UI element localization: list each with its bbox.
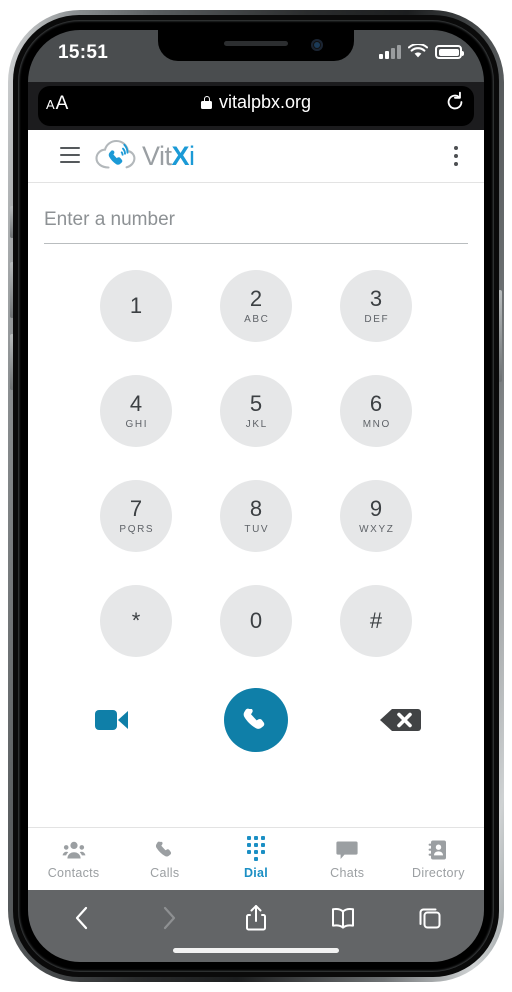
dialpad-key-digit: 9 — [369, 495, 383, 521]
reload-icon[interactable] — [444, 91, 466, 113]
home-indicator[interactable] — [173, 948, 339, 953]
text-size-button[interactable]: A A — [46, 93, 68, 115]
status-bar-indicators — [379, 44, 464, 59]
dialpad-key-7[interactable]: 7 PQRS — [100, 480, 172, 552]
dialpad-grid: 1 2 ABC 3 DEF 4 GHI 5 JKL 6 MNO 7 PQRS 8 TUV 9 WXYZ * 0 # — [76, 270, 436, 657]
share-button[interactable] — [236, 901, 276, 935]
dialpad-key-9[interactable]: 9 WXYZ — [340, 480, 412, 552]
phone-handset-icon — [154, 839, 176, 861]
nav-item-label: Contacts — [47, 865, 100, 880]
dialpad-key-digit: 3 — [369, 285, 383, 311]
dialpad-key-star[interactable]: * — [100, 585, 172, 657]
dialpad-key-3[interactable]: 3 DEF — [340, 270, 412, 342]
text-size-large-a: A — [55, 93, 69, 114]
dialpad-grid-icon — [246, 835, 266, 861]
dialpad-key-digit: 7 — [129, 495, 143, 521]
chat-bubble-icon — [335, 839, 359, 861]
dialpad-key-6[interactable]: 6 MNO — [340, 375, 412, 447]
app-bottom-nav: Contacts Calls Dial Chats Directory — [28, 827, 484, 890]
share-icon — [245, 905, 266, 931]
battery-full-icon — [435, 45, 464, 59]
dialpad-key-letters: ABC — [244, 313, 270, 325]
status-bar-time: 15:51 — [58, 42, 109, 63]
vitxi-cloud-phone-logo — [95, 139, 136, 169]
app-logo-text: VitXi — [142, 138, 195, 174]
web-content-vitxi-app: VitXi 1 2 ABC 3 DEF 4 GHI 5 JKL 6 MNO 7 PQRS 8 TUV 9 WXY… — [28, 130, 484, 890]
nav-item-directory[interactable]: Directory — [393, 828, 484, 890]
contacts-group-icon — [62, 839, 86, 861]
dialpad-key-digit: 5 — [249, 390, 263, 416]
number-input-field[interactable] — [44, 209, 468, 244]
dialpad-key-2[interactable]: 2 ABC — [220, 270, 292, 342]
dialpad-key-1[interactable]: 1 — [100, 270, 172, 342]
book-icon — [332, 907, 355, 929]
dialpad-key-letters: GHI — [125, 418, 149, 430]
dialpad-key-digit: 8 — [249, 495, 263, 521]
dialpad-key-digit: * — [131, 608, 141, 633]
dialer-action-row — [76, 685, 436, 755]
backspace-button[interactable] — [364, 705, 436, 735]
dialpad-key-5[interactable]: 5 JKL — [220, 375, 292, 447]
forward-chevron-icon — [163, 906, 175, 930]
phone-handset-icon — [243, 708, 265, 729]
front-camera — [311, 39, 323, 51]
tabs-icon — [419, 908, 441, 929]
back-chevron-icon — [75, 906, 87, 930]
logo-text-x: X — [171, 141, 190, 171]
dialpad-key-letters: PQRS — [119, 523, 155, 535]
dialpad-key-digit: # — [369, 608, 383, 633]
dialpad-key-digit: 4 — [129, 390, 143, 416]
tabs-button[interactable] — [410, 901, 450, 935]
kebab-menu-icon[interactable] — [453, 146, 458, 166]
logo-text-vit: Vit — [142, 141, 172, 171]
status-bar: 15:51 — [28, 30, 484, 82]
dialpad-key-digit: 0 — [249, 608, 263, 633]
nav-item-contacts[interactable]: Contacts — [28, 828, 119, 890]
hamburger-menu-icon[interactable] — [60, 147, 80, 163]
dialpad-key-digit: 1 — [129, 293, 143, 318]
dialpad-key-digit: 6 — [369, 390, 383, 416]
cellular-signal-icon — [379, 45, 401, 59]
address-book-icon — [428, 839, 448, 861]
nav-item-dial[interactable]: Dial — [210, 828, 301, 890]
wifi-icon — [408, 44, 428, 58]
dialpad-key-digit: 2 — [249, 285, 263, 311]
browser-address-bar: A A vitalpbx.org — [28, 82, 484, 130]
dialpad-key-letters: DEF — [364, 313, 390, 325]
dialpad-key-4[interactable]: 4 GHI — [100, 375, 172, 447]
logo-text-i: i — [189, 141, 195, 171]
nav-item-label: Dial — [243, 865, 269, 880]
phone-screen: 15:51 A A vitalpbx.org VitXi Enter a num… — [28, 30, 484, 962]
address-bar-content[interactable]: vitalpbx.org — [200, 92, 312, 113]
browser-bottom-toolbar — [28, 890, 484, 962]
nav-item-label: Directory — [412, 865, 465, 880]
forward-button[interactable] — [149, 901, 189, 935]
dialpad-key-letters: MNO — [362, 418, 391, 430]
nav-item-chats[interactable]: Chats — [302, 828, 393, 890]
dialpad-key-letters: JKL — [245, 418, 268, 430]
bookmarks-button[interactable] — [323, 901, 363, 935]
video-camera-icon — [95, 708, 129, 732]
url-text: vitalpbx.org — [218, 92, 312, 112]
display-notch — [158, 30, 354, 61]
dialpad-key-letters: TUV — [244, 523, 270, 535]
dialpad-key-hash[interactable]: # — [340, 585, 412, 657]
text-size-small-a: A — [46, 97, 55, 112]
video-call-button[interactable] — [76, 708, 148, 732]
backspace-delete-icon — [380, 709, 421, 731]
app-logo: VitXi — [94, 138, 195, 174]
nav-item-label: Chats — [330, 865, 365, 880]
dialpad-key-letters: WXYZ — [359, 523, 395, 535]
earpiece-speaker — [224, 41, 288, 46]
nav-item-calls[interactable]: Calls — [119, 828, 210, 890]
nav-item-label: Calls — [150, 865, 180, 880]
search-input[interactable] — [44, 209, 468, 236]
call-button[interactable] — [224, 688, 288, 752]
dialpad-key-0[interactable]: 0 — [220, 585, 292, 657]
lock-icon — [200, 96, 212, 109]
app-header: VitXi — [28, 130, 484, 183]
back-button[interactable] — [62, 901, 102, 935]
dialpad-key-8[interactable]: 8 TUV — [220, 480, 292, 552]
